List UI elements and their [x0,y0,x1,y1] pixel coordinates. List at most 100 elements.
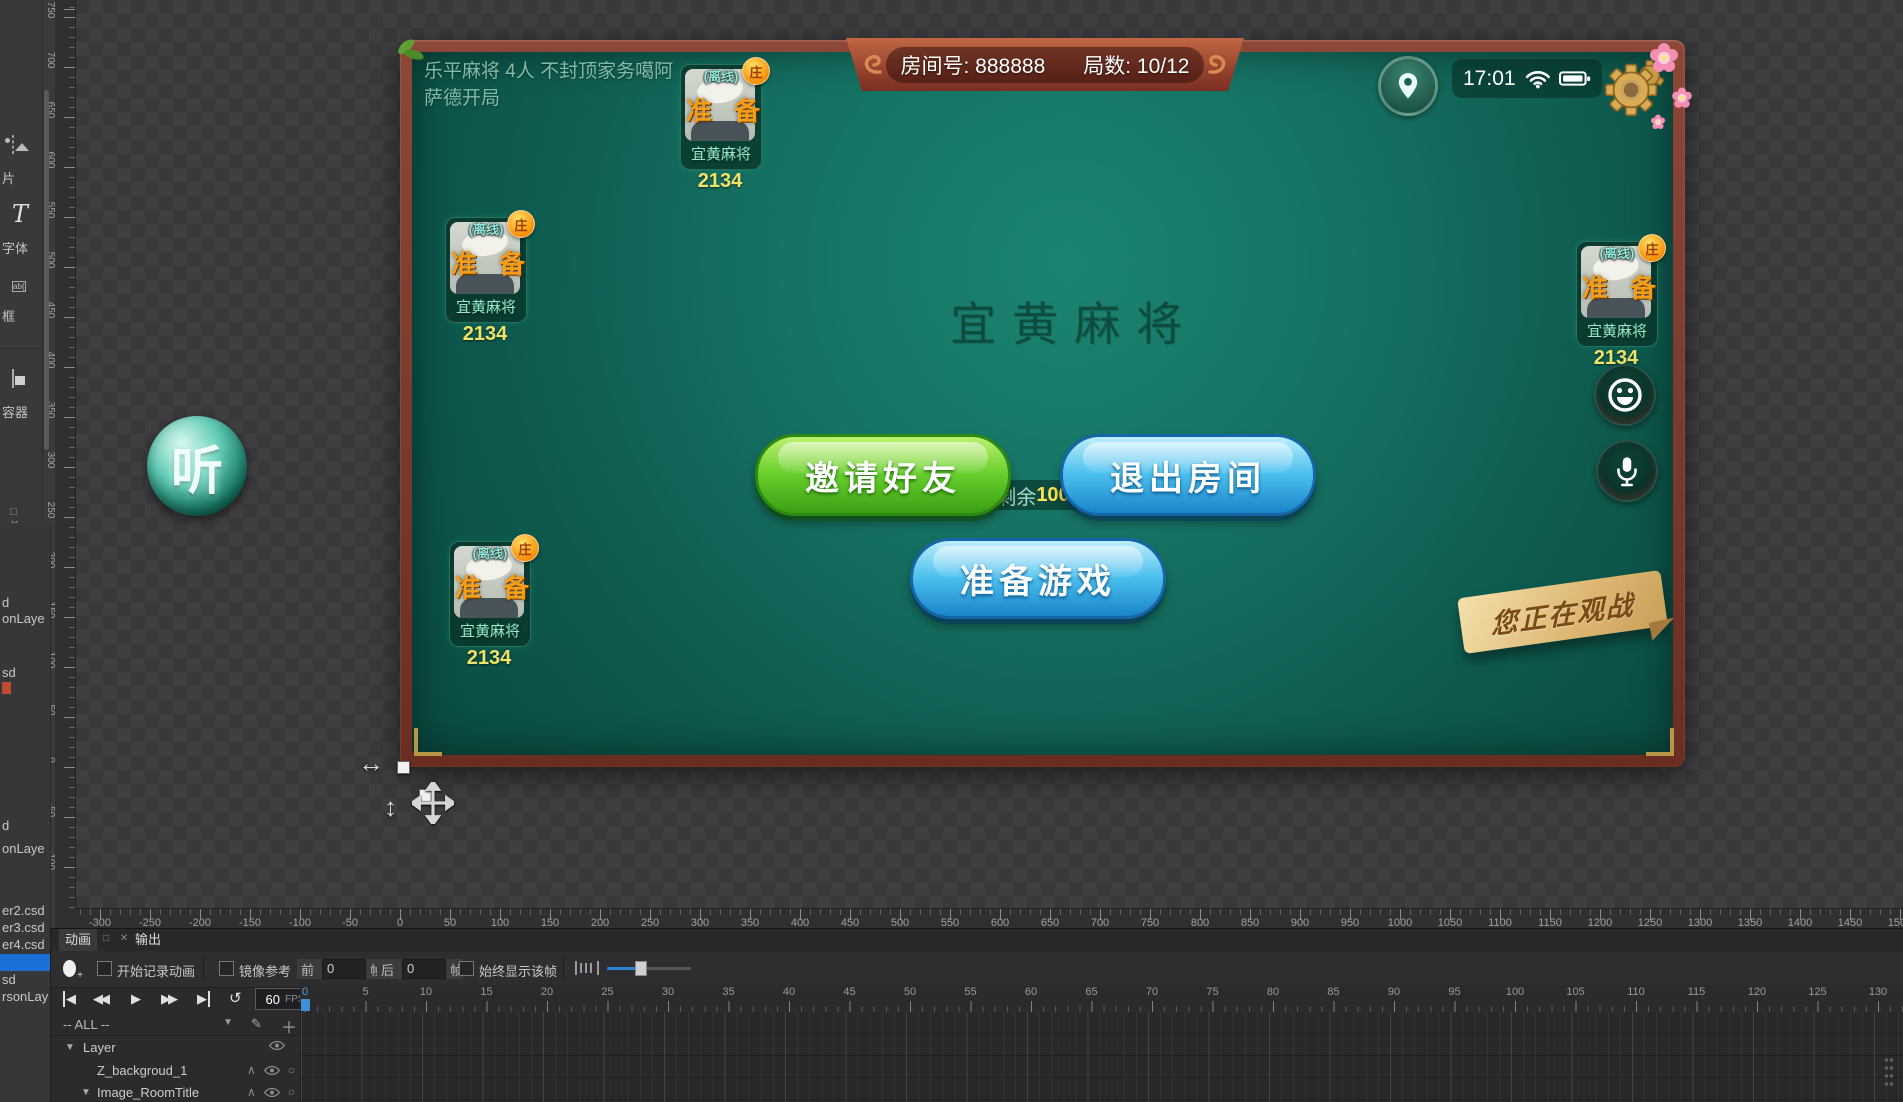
visibility-eye-icon[interactable] [264,1087,280,1098]
room-rules-line2: 萨德开局 [424,85,673,112]
zoom-slider[interactable] [607,967,691,970]
file-tree-item[interactable]: onLaye [2,841,45,856]
ready-stamp: 准备 [1582,268,1678,305]
location-pin-icon [1397,72,1419,100]
timeline-grid[interactable] [300,1012,1903,1102]
player-seat-top[interactable]: (离线) 准备 宜黄麻将 庄 2134 [680,64,760,185]
invite-friends-button[interactable]: 邀请好友 [755,434,1011,516]
microphone-icon [1610,453,1644,489]
blossom-icon [1678,94,1686,102]
prev-frame-button[interactable]: ◀◀ [93,991,107,1007]
location-button[interactable] [1378,56,1438,116]
horizontal-resize-icon[interactable]: ↔ [358,748,384,779]
caret-down-icon[interactable]: ▼ [81,1087,91,1098]
last-frame-button[interactable]: ▶ [197,991,210,1007]
round-count-label: 局数: 10/12 [1083,50,1189,80]
layer-name: Layer [83,1040,116,1055]
panel-tab-bar: 动画 □ ✕ 输出 [51,929,1903,952]
panel-resize-grip[interactable] [1884,1056,1894,1090]
move-cross-icon[interactable] [412,782,454,824]
voice-button[interactable] [1596,440,1658,502]
player-score: 2134 [449,647,529,670]
room-info-banner: 房间号: 888888 局数: 10/12 [846,38,1244,91]
blossom-icon [1655,119,1661,125]
transform-handle[interactable] [397,761,410,774]
keyframe-icon[interactable] [63,960,76,977]
room-rules-line1: 乐平麻将 4人 不封顶家务噶阿 [424,58,673,85]
tab-output[interactable]: 输出 [129,929,167,951]
timeline-playhead[interactable] [301,999,310,1011]
emoji-button[interactable] [1594,364,1656,426]
file-tree-item[interactable]: d [2,818,9,833]
tab-window-controls[interactable]: □ ✕ [103,933,132,944]
layer-row-background[interactable]: Z_backgroud_1 ∧ ○ [51,1060,301,1082]
chevron-down-icon[interactable]: ▼ [223,1017,233,1028]
animation-filter-dropdown[interactable]: -- ALL -- [63,1017,109,1032]
player-score: 2134 [680,170,760,193]
solo-circle-icon[interactable]: ○ [288,1085,295,1099]
layer-name: Image_RoomTitle [97,1085,199,1100]
frames-before-field[interactable]: 前 0 帧 [297,959,383,979]
room-info-pill: 房间号: 888888 局数: 10/12 [886,47,1204,83]
room-number-label: 房间号: 888888 [901,50,1046,80]
smiley-icon [1605,375,1645,415]
file-tree-item[interactable]: er2.csd [2,903,45,918]
gold-corner-left [414,728,442,756]
vertical-resize-icon[interactable]: ↕ [384,792,397,823]
toolbox-scrollbar[interactable] [44,90,49,450]
layer-name: Z_backgroud_1 [97,1063,187,1078]
ready-button[interactable]: 准备游戏 [910,538,1166,619]
file-tree-item[interactable]: onLaye [2,611,45,626]
loop-button[interactable]: ↺ [229,989,242,1007]
player-name: 宜黄麻将 [446,296,526,317]
dealer-badge: 庄 [511,534,539,562]
visibility-eye-icon[interactable] [264,1065,280,1076]
mirror-reference-checkbox[interactable] [219,961,234,976]
input-box-icon: ab{ [12,276,38,298]
caret-down-icon[interactable]: ▼ [65,1042,75,1053]
fps-value[interactable]: 60 [266,992,280,1007]
container-icon [12,370,38,392]
zoom-slider-thumb[interactable] [635,961,647,976]
frames-after-input[interactable]: 0 [402,959,446,979]
dealer-badge: 庄 [1638,234,1666,262]
edit-animation-icon[interactable]: ✎ [251,1016,262,1032]
frames-after-field[interactable]: 后 0 帧 [377,959,463,979]
ting-button[interactable]: 听 [147,416,247,516]
player-seat-right[interactable]: (离线) 准备 宜黄麻将 庄 2134 [1576,241,1656,362]
next-frame-button[interactable]: ▶▶ [161,991,175,1007]
collapse-icon[interactable]: ∧ [247,1063,256,1077]
ready-stamp: 准备 [451,244,547,281]
swirl-ornament-icon [1202,50,1232,80]
timeline-ruler[interactable]: 0510152025303540455055606570758085909510… [300,985,1903,1012]
solo-circle-icon[interactable]: ○ [288,1063,295,1077]
file-tree-item[interactable]: er3.csd [2,920,45,935]
file-tree-item[interactable]: rsonLay [2,989,48,1004]
always-show-frame-checkbox[interactable] [459,961,474,976]
file-tree-item[interactable]: er4.csd [2,937,45,952]
toolbox-item-label: 片 [2,168,15,187]
exit-room-button[interactable]: 退出房间 [1060,434,1316,516]
frames-before-input[interactable]: 0 [322,959,366,979]
visibility-eye-icon[interactable] [269,1040,285,1051]
layer-row-root[interactable]: ▼ Layer [51,1037,301,1059]
file-tree-item[interactable]: d [2,595,9,610]
player-name: 宜黄麻将 [450,620,530,641]
onion-skin-icon[interactable] [575,961,599,975]
collapse-icon[interactable]: ∧ [247,1085,256,1099]
file-tree-item-modified[interactable] [2,682,11,694]
game-screen [400,40,1685,767]
first-frame-button[interactable]: ◀ [63,991,76,1007]
player-seat-bottom-left[interactable]: (离线) 准备 宜黄麻将 庄 2134 [449,541,529,662]
file-tree-item-selected[interactable] [0,954,50,971]
file-tree-item[interactable]: sd [2,972,16,987]
tab-animation[interactable]: 动画 [59,929,97,951]
player-seat-left[interactable]: (离线) 准备 宜黄麻将 庄 2134 [445,217,525,338]
record-animation-checkbox[interactable] [97,961,112,976]
image-icon [12,136,38,158]
file-tree-item[interactable]: sd [2,665,16,680]
play-button[interactable]: ▶ [131,991,141,1007]
wifi-icon [1525,69,1551,89]
layer-row-roomtitle[interactable]: ▼ Image_RoomTitle ∧ ○ [51,1082,301,1102]
record-animation-label: 开始记录动画 [117,961,195,980]
